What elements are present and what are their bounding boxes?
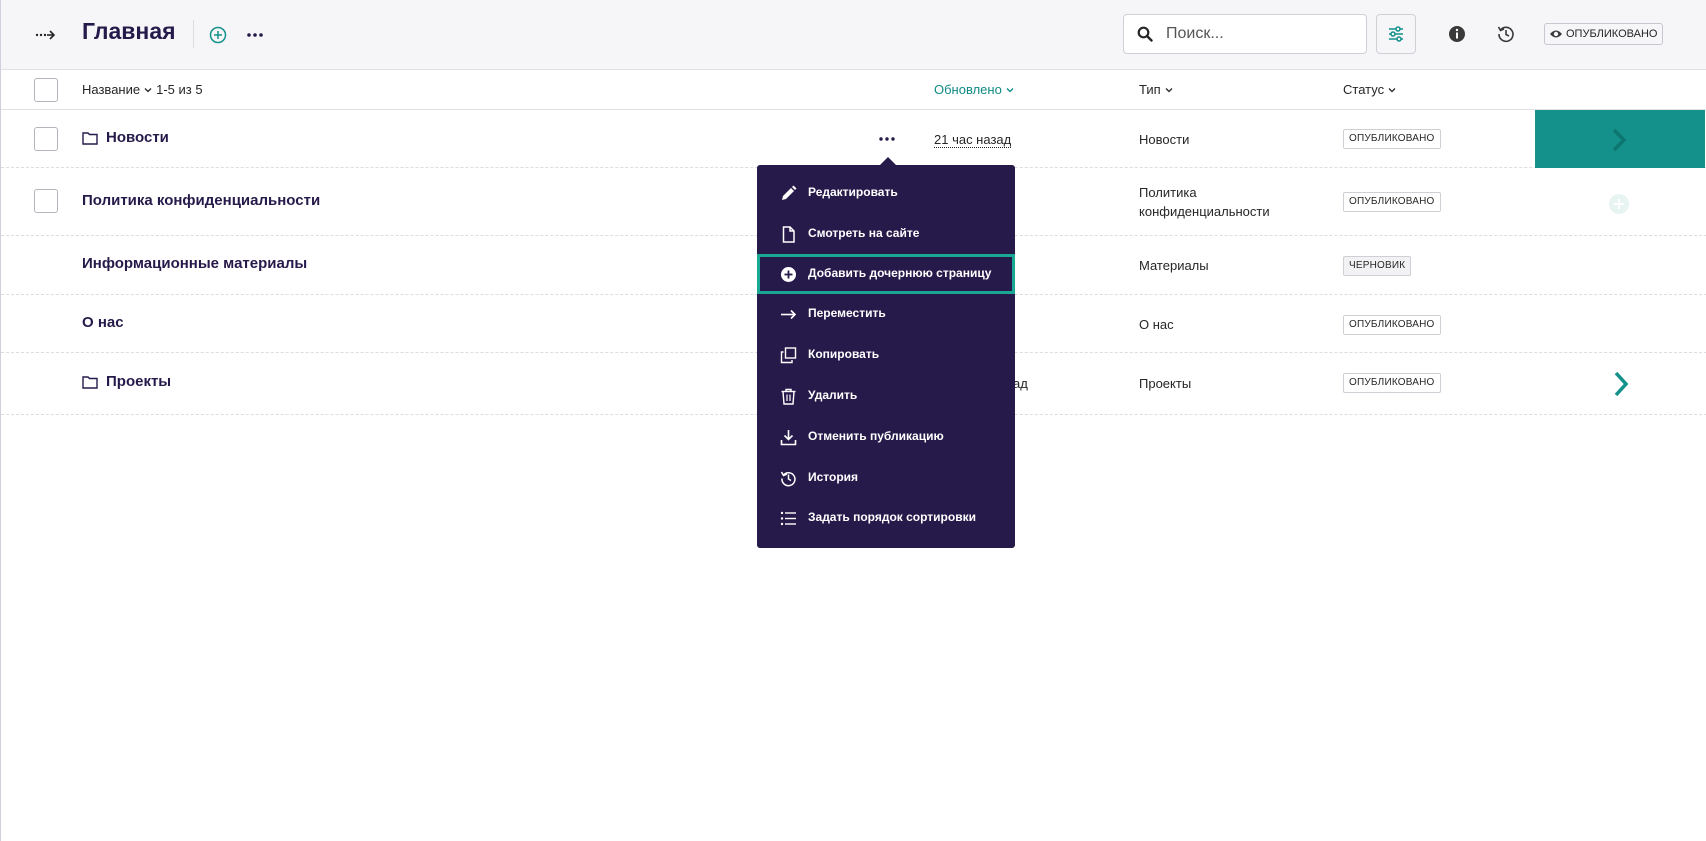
folder-icon	[82, 375, 98, 389]
row-type: Проекты	[1139, 376, 1192, 391]
column-type-label: Тип	[1139, 82, 1161, 97]
add-page-icon[interactable]	[208, 25, 228, 45]
chevron-down-icon	[1165, 87, 1173, 92]
menu-item-label: История	[808, 470, 859, 484]
row-count-label: 1-5 из 5	[156, 82, 203, 97]
chevron-down-icon	[1388, 87, 1396, 92]
add-child-icon[interactable]	[1608, 193, 1630, 215]
row-title-text: Проекты	[106, 373, 172, 390]
info-icon[interactable]	[1447, 24, 1467, 44]
search-input[interactable]	[1166, 21, 1356, 47]
title-divider	[193, 20, 194, 48]
menu-item-label: Переместить	[808, 306, 886, 320]
filter-button[interactable]	[1376, 14, 1416, 54]
app-frame: Главная Поиск... ОПУБЛИКОВАНО Название 1…	[0, 0, 1706, 841]
row-type-line1: Политика	[1139, 185, 1197, 200]
menu-item-label: Копировать	[808, 347, 880, 361]
chevron-right-icon	[1612, 128, 1627, 152]
row-more-icon[interactable]	[877, 132, 897, 146]
row-type: Материалы	[1139, 258, 1209, 273]
status-badge: ОПУБЛИКОВАНО	[1343, 373, 1441, 393]
chevron-right-icon[interactable]	[1611, 370, 1631, 398]
list-icon	[780, 511, 796, 526]
menu-item-label: Задать порядок сортировки	[808, 510, 976, 524]
status-badge: ОПУБЛИКОВАНО	[1343, 315, 1441, 335]
chevron-down-icon	[144, 87, 152, 92]
sliders-icon	[1389, 26, 1403, 42]
download-icon	[780, 430, 797, 446]
menu-item-label: Отменить публикацию	[808, 429, 944, 443]
copy-icon	[780, 347, 797, 364]
table-row[interactable]: Новости 21 час назад Новости ОПУБЛИКОВАН…	[1, 110, 1706, 168]
row-checkbox[interactable]	[34, 189, 58, 213]
menu-item-add-child[interactable]: Добавить дочернюю страницу	[757, 254, 1015, 294]
row-updated: ад	[1013, 376, 1028, 391]
status-badge: ЧЕРНОВИК	[1343, 256, 1412, 276]
row-updated: 21 час назад	[934, 130, 1012, 149]
row-title[interactable]: Новости	[82, 129, 169, 146]
sidebar-toggle-icon[interactable]	[33, 22, 59, 48]
row-title-text: Политика конфиденциальности	[82, 192, 321, 209]
menu-item-label: Добавить дочернюю страницу	[808, 266, 992, 280]
plus-circle-icon	[781, 267, 796, 282]
row-checkbox[interactable]	[34, 127, 58, 151]
menu-item-copy[interactable]: Копировать	[757, 335, 1015, 375]
search-icon	[1137, 26, 1153, 42]
column-updated-label: Обновлено	[934, 82, 1002, 97]
row-type-line2: конфиденциальности	[1139, 204, 1270, 219]
table-header: Название 1-5 из 5 Обновлено Тип Статус	[1, 70, 1706, 110]
row-title[interactable]: О нас	[82, 314, 124, 331]
row-updated-text: 21 час назад	[934, 132, 1012, 148]
row-type: Новости	[1139, 132, 1190, 147]
search-box	[1123, 14, 1367, 54]
menu-item-delete[interactable]: Удалить	[757, 376, 1015, 416]
eye-icon	[1550, 30, 1562, 38]
row-title[interactable]: Политика конфиденциальности	[82, 192, 320, 209]
history-icon	[780, 471, 796, 487]
page-title: Главная	[82, 18, 176, 44]
row-context-menu: Редактировать Смотреть на сайте Добавить…	[757, 165, 1015, 548]
column-name-header[interactable]: Название 1-5 из 5	[82, 82, 203, 97]
menu-item-view-live[interactable]: Смотреть на сайте	[757, 214, 1015, 254]
folder-icon	[82, 131, 98, 145]
page-status-label: ОПУБЛИКОВАНО	[1566, 28, 1658, 40]
trash-icon	[781, 388, 796, 405]
menu-item-unpublish[interactable]: Отменить публикацию	[757, 417, 1015, 457]
document-icon	[782, 226, 795, 243]
row-title[interactable]: Проекты	[82, 373, 171, 390]
row-title-text: Новости	[106, 129, 169, 146]
status-badge: ОПУБЛИКОВАНО	[1343, 129, 1441, 149]
history-icon[interactable]	[1496, 24, 1516, 44]
menu-caret	[880, 157, 896, 165]
menu-item-label: Смотреть на сайте	[808, 226, 920, 240]
column-updated-header[interactable]: Обновлено	[934, 82, 1014, 97]
row-title-text: Информационные материалы	[82, 255, 308, 272]
page-header: Главная Поиск... ОПУБЛИКОВАНО	[1, 0, 1706, 70]
menu-item-label: Удалить	[808, 388, 858, 402]
more-actions-icon[interactable]	[244, 26, 266, 44]
select-all-checkbox[interactable]	[34, 78, 58, 102]
row-type: Политика конфиденциальности	[1139, 183, 1270, 221]
column-type-header[interactable]: Тип	[1139, 82, 1173, 97]
chevron-down-icon	[1006, 87, 1014, 92]
row-title[interactable]: Информационные материалы	[82, 255, 307, 272]
column-name-label: Название	[82, 82, 141, 97]
status-badge: ОПУБЛИКОВАНО	[1343, 192, 1441, 212]
menu-item-history[interactable]: История	[757, 458, 1015, 498]
row-type: О нас	[1139, 317, 1174, 332]
row-title-text: О нас	[82, 314, 124, 331]
menu-item-edit[interactable]: Редактировать	[757, 173, 1015, 213]
arrow-right-icon	[781, 309, 797, 320]
column-status-header[interactable]: Статус	[1343, 82, 1396, 97]
pencil-icon	[782, 185, 797, 200]
page-status-badge: ОПУБЛИКОВАНО	[1544, 23, 1664, 45]
menu-item-sort-order[interactable]: Задать порядок сортировки	[757, 498, 1015, 538]
menu-item-move[interactable]: Переместить	[757, 294, 1015, 334]
column-status-label: Статус	[1343, 82, 1385, 97]
menu-item-label: Редактировать	[808, 185, 898, 199]
open-children-button[interactable]	[1535, 110, 1705, 168]
